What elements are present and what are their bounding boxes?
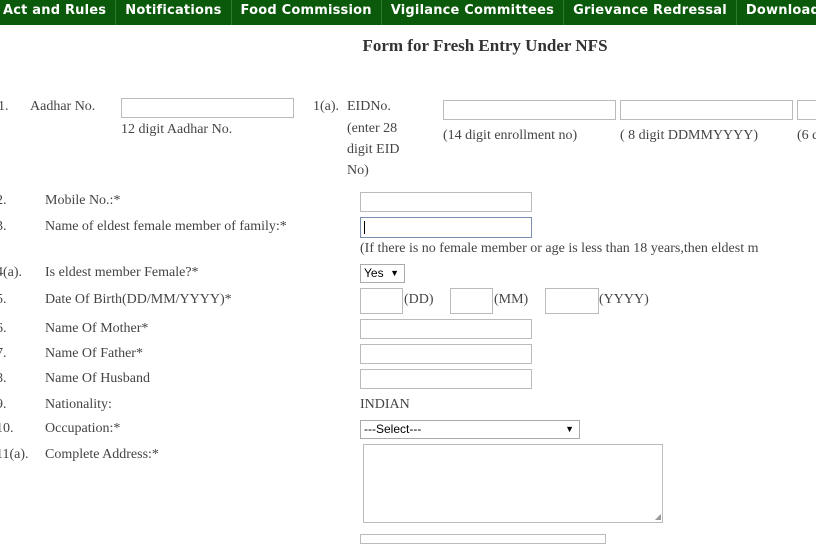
- nationality-value: INDIAN: [360, 397, 410, 412]
- female-hint: (If there is no female member or age is …: [360, 241, 759, 256]
- next-input[interactable]: [360, 534, 606, 544]
- aadhar-hint: 12 digit Aadhar No.: [121, 122, 233, 137]
- dob-mm-input[interactable]: [450, 288, 493, 314]
- dob-mm-label: (MM): [494, 292, 529, 307]
- field-label: Is eldest member Female?*: [45, 265, 199, 280]
- row-number: 4(a).: [0, 265, 23, 280]
- row-number: 3.: [0, 219, 7, 234]
- eldest-female-name-input[interactable]: [360, 217, 532, 238]
- field-label: Mobile No.:*: [45, 193, 121, 208]
- nav-act-and-rules[interactable]: Act and Rules: [0, 0, 117, 25]
- resize-handle-icon[interactable]: ◢: [655, 512, 661, 521]
- row-number: 1.: [0, 99, 9, 114]
- dob-dd-input[interactable]: [360, 288, 403, 314]
- nav-download[interactable]: Download I: [737, 0, 816, 25]
- field-label: Nationality:: [45, 397, 112, 412]
- eid-time-input[interactable]: [797, 100, 816, 120]
- aadhar-input[interactable]: [121, 98, 294, 118]
- row-number: 11(a).: [0, 447, 29, 462]
- dropdown-arrow-icon: ▼: [390, 268, 399, 278]
- mother-name-input[interactable]: [360, 319, 532, 339]
- field-label: Name of eldest female member of family:*: [45, 219, 287, 234]
- eid-label-line: digit EID: [347, 142, 400, 157]
- row-number: 5.: [0, 292, 7, 307]
- nav-grievance-redressal[interactable]: Grievance Redressal: [564, 0, 737, 25]
- dob-yyyy-input[interactable]: [545, 288, 599, 314]
- eid-hint: (6 d: [797, 128, 816, 143]
- occupation-select[interactable]: ---Select--- ▼: [360, 420, 580, 439]
- eid-hint: ( 8 digit DDMMYYYY): [620, 128, 759, 143]
- husband-name-input[interactable]: [360, 369, 532, 389]
- top-nav: Act and Rules Notifications Food Commiss…: [0, 0, 816, 25]
- eid-hint: (14 digit enrollment no): [443, 128, 578, 143]
- eid-label-line: No): [347, 163, 369, 178]
- row-number: 8.: [0, 371, 7, 386]
- dob-yyyy-label: (YYYY): [599, 292, 649, 307]
- field-label: Date Of Birth(DD/MM/YYYY)*: [45, 292, 232, 307]
- row-number: 1(a).: [313, 99, 340, 114]
- father-name-input[interactable]: [360, 344, 532, 364]
- nav-food-commission[interactable]: Food Commission: [232, 0, 382, 25]
- nav-notifications[interactable]: Notifications: [116, 0, 232, 25]
- select-value: ---Select---: [364, 422, 422, 436]
- row-number: 10.: [0, 421, 14, 436]
- address-textarea[interactable]: ◢: [363, 444, 663, 523]
- aadhar-label: Aadhar No.: [30, 99, 96, 114]
- nav-vigilance-committees[interactable]: Vigilance Committees: [382, 0, 565, 25]
- dob-dd-label: (DD): [404, 292, 434, 307]
- select-value: Yes: [364, 266, 384, 280]
- page-title: Form for Fresh Entry Under NFS: [362, 36, 608, 55]
- mobile-input[interactable]: [360, 192, 532, 212]
- eid-label: EIDNo.: [347, 99, 391, 114]
- field-label: Name Of Father*: [45, 346, 143, 361]
- row-number: 2.: [0, 193, 7, 208]
- field-label: Name Of Husband: [45, 371, 150, 386]
- eid-label-line: (enter 28: [347, 121, 398, 136]
- row-number: 9.: [0, 397, 7, 412]
- dropdown-arrow-icon: ▼: [565, 424, 574, 434]
- row-number: 7.: [0, 346, 7, 361]
- field-label: Name Of Mother*: [45, 321, 149, 336]
- field-label: Complete Address:*: [45, 447, 159, 462]
- field-label: Occupation:*: [45, 421, 121, 436]
- eid-enrollment-input[interactable]: [443, 100, 616, 120]
- eldest-female-select[interactable]: Yes ▼: [360, 264, 405, 283]
- eid-date-input[interactable]: [620, 100, 793, 120]
- row-number: 6.: [0, 321, 7, 336]
